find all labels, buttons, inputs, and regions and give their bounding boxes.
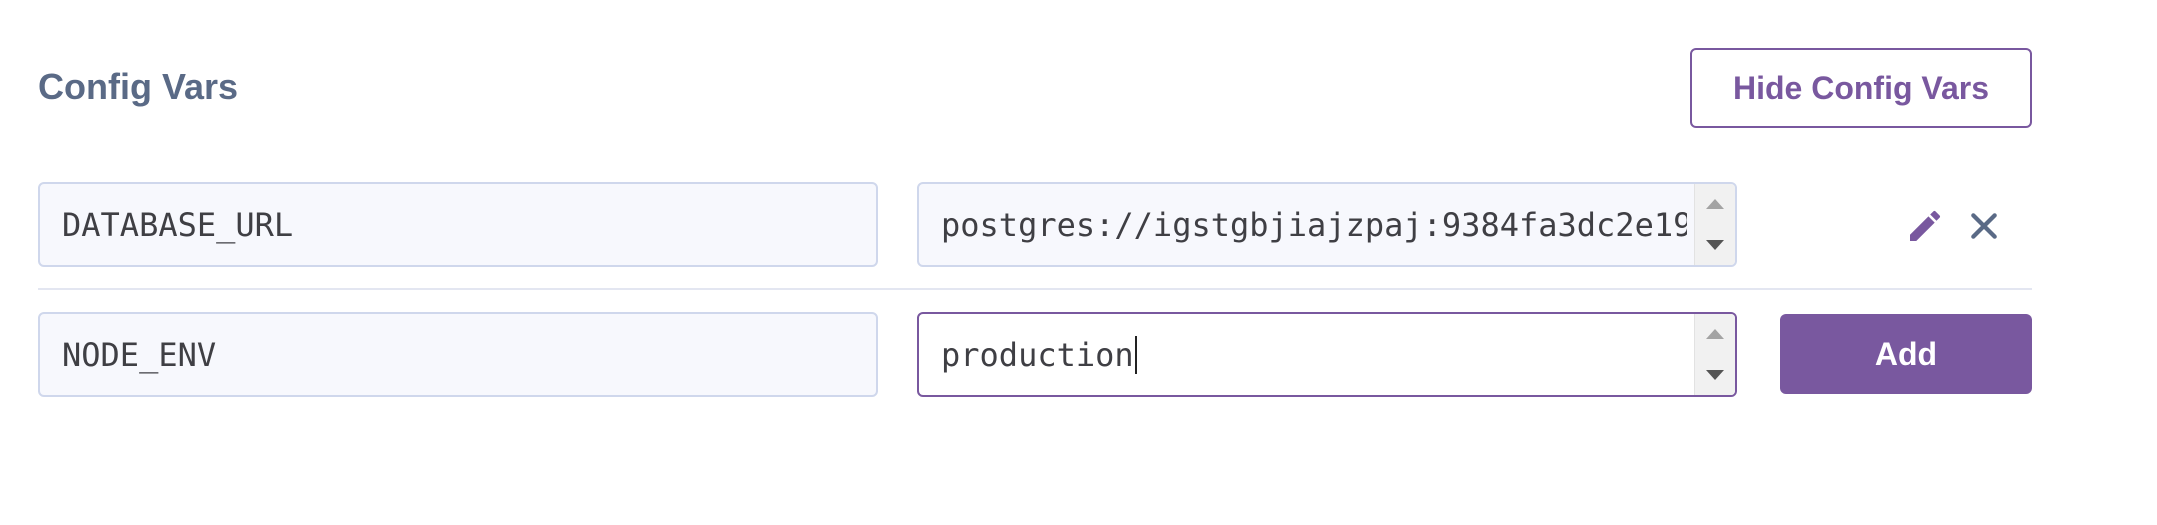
scroll-up-arrow-icon[interactable] — [1706, 199, 1724, 210]
edit-config-var-button[interactable] — [1903, 204, 1947, 248]
config-var-value-field[interactable]: postgres://igstgbjiajzpaj:9384fa3dc2e19 — [917, 182, 1737, 267]
row-divider — [38, 288, 2032, 290]
new-key-input[interactable]: NODE_ENV — [38, 312, 878, 397]
config-var-key-text: DATABASE_URL — [62, 205, 294, 244]
value-field-scrollbar[interactable] — [1694, 314, 1735, 395]
hide-config-vars-button[interactable]: Hide Config Vars — [1690, 48, 2032, 128]
text-caret — [1134, 335, 1137, 374]
pencil-icon — [1910, 210, 1941, 241]
delete-config-var-button[interactable] — [1962, 204, 2006, 248]
new-key-text: NODE_ENV — [62, 335, 217, 374]
close-icon — [1971, 213, 1997, 239]
new-value-text: production — [941, 335, 1134, 374]
add-config-var-button[interactable]: Add — [1780, 314, 2032, 394]
config-var-value-text: postgres://igstgbjiajzpaj:9384fa3dc2e19 — [941, 205, 1687, 244]
section-title: Config Vars — [38, 66, 239, 107]
new-value-input[interactable]: production — [917, 312, 1737, 397]
config-var-key-field[interactable]: DATABASE_URL — [38, 182, 878, 267]
scroll-up-arrow-icon[interactable] — [1706, 329, 1724, 340]
scroll-down-arrow-icon[interactable] — [1706, 369, 1724, 380]
value-field-scrollbar[interactable] — [1694, 184, 1735, 265]
scroll-down-arrow-icon[interactable] — [1706, 239, 1724, 250]
